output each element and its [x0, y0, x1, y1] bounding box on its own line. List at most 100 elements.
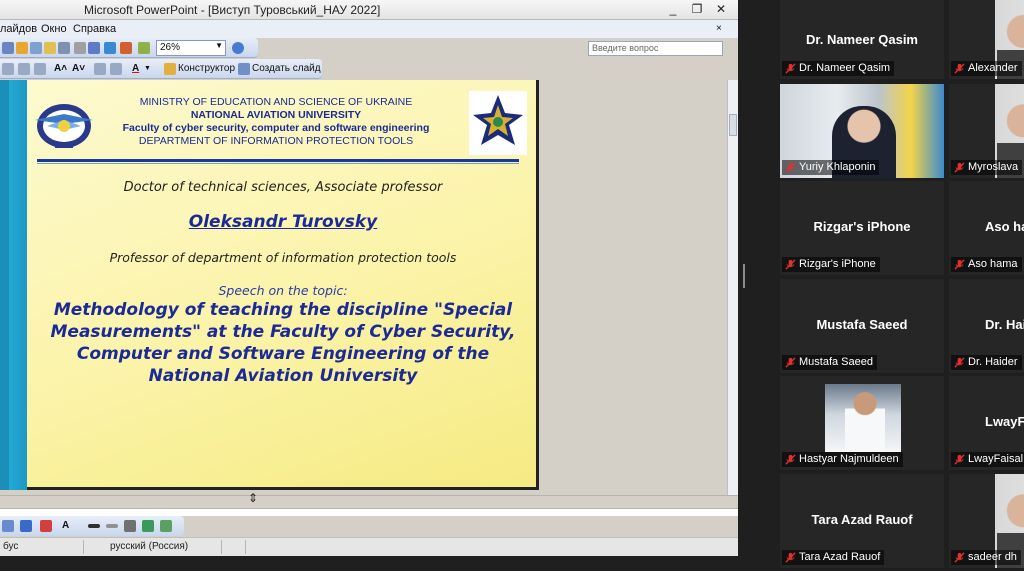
participant-label-text: Dr. Nameer Qasim — [799, 62, 891, 74]
participant-label-text: Alexander — [968, 62, 1018, 74]
faculty-heading: Faculty of cyber security, computer and … — [122, 122, 430, 134]
color-icon[interactable] — [138, 42, 150, 54]
participant-tile[interactable]: Mustafa Saeed Mustafa Saeed — [780, 279, 944, 373]
font-color-icon[interactable]: A — [132, 63, 139, 74]
muted-mic-icon — [954, 454, 965, 465]
muted-mic-icon — [785, 454, 796, 465]
table-icon[interactable] — [74, 42, 86, 54]
participant-tile[interactable]: Myroslava — [949, 84, 1024, 178]
vertical-scrollbar[interactable] — [727, 80, 738, 495]
arrow-style-icon[interactable] — [124, 520, 136, 532]
text-color-icon[interactable]: A — [62, 520, 69, 531]
dash-style-icon[interactable] — [106, 524, 118, 528]
video-feed — [825, 384, 901, 452]
increase-font-icon[interactable]: A˄ — [54, 63, 67, 74]
participant-label: Dr. Nameer Qasim — [782, 61, 895, 76]
chevron-down-icon[interactable]: ▼ — [144, 65, 151, 72]
fill-color-icon[interactable] — [2, 520, 14, 532]
save-icon[interactable] — [44, 42, 56, 54]
decrease-font-icon[interactable]: A˅ — [72, 63, 85, 74]
grid-icon[interactable] — [120, 42, 132, 54]
open-icon[interactable] — [30, 42, 42, 54]
participant-tile[interactable]: Yuriy Khlaponin — [780, 84, 944, 178]
insert-icon[interactable] — [104, 42, 116, 54]
numbering-icon[interactable] — [18, 63, 30, 75]
participant-name: Dr. Haid — [985, 316, 1024, 332]
shadow-icon[interactable] — [142, 520, 154, 532]
splitter-handle-icon[interactable]: ⇕ — [248, 491, 258, 505]
faculty-emblem — [469, 91, 527, 155]
line-style-icon[interactable] — [88, 524, 100, 528]
panel-resize-handle[interactable] — [743, 264, 745, 288]
menu-help[interactable]: Справка — [73, 23, 116, 35]
participant-label-text: Aso hama — [968, 258, 1018, 270]
muted-mic-icon — [954, 552, 965, 563]
bullets-icon[interactable] — [34, 63, 46, 75]
slides-pane-thumbnail[interactable] — [9, 80, 27, 490]
print-icon[interactable] — [58, 42, 70, 54]
participant-label-text: Dr. Haider — [968, 356, 1018, 368]
participant-tile[interactable]: Rizgar's iPhone Rizgar's iPhone — [780, 181, 944, 275]
participant-tile[interactable]: LwayFai LwayFaisal Ab — [949, 376, 1024, 470]
shape-icon[interactable] — [40, 520, 52, 532]
notes-pane[interactable] — [0, 508, 738, 516]
new-slide-button[interactable]: Создать слайд — [252, 63, 321, 74]
new-icon[interactable] — [16, 42, 28, 54]
muted-mic-icon — [785, 162, 796, 173]
participant-name: LwayFai — [985, 413, 1024, 429]
participant-label: Tara Azad Rauof — [782, 550, 885, 565]
speech-topic: Methodology of teaching the discipline "… — [50, 300, 516, 386]
scroll-thumb[interactable] — [729, 114, 737, 136]
menu-window[interactable]: Окно — [41, 23, 67, 35]
minimize-button[interactable]: _ — [662, 2, 684, 17]
toolbar-icon[interactable] — [2, 42, 14, 54]
pane-splitter[interactable] — [0, 495, 738, 508]
participant-name: Rizgar's iPhone — [813, 218, 911, 234]
participant-tile[interactable]: sadeer dh — [949, 474, 1024, 568]
participant-tile[interactable]: Hastyar Najmuldeen — [780, 376, 944, 470]
chart-icon[interactable] — [88, 42, 100, 54]
menu-slideshow[interactable]: лайдов — [0, 23, 37, 35]
doc-close-icon[interactable]: × — [716, 23, 722, 34]
participant-person — [845, 390, 885, 452]
indent-icon[interactable] — [110, 63, 122, 75]
muted-mic-icon — [954, 259, 965, 270]
participant-label-text: Myroslava — [968, 161, 1019, 173]
participant-label: Rizgar's iPhone — [782, 257, 880, 272]
line-color-icon[interactable] — [20, 520, 32, 532]
participant-tile[interactable]: Alexander — [949, 0, 1024, 79]
menu-bar: лайдов Окно Справка Введите вопрос × — [0, 20, 738, 56]
participant-label: Mustafa Saeed — [782, 355, 877, 370]
zoom-value: 26% — [160, 42, 181, 53]
chevron-down-icon: ▼ — [215, 41, 223, 50]
participant-gallery: Dr. Nameer Qasim Dr. Nameer Qasim Alexande… — [738, 0, 1024, 571]
participant-label-text: Mustafa Saeed — [799, 356, 873, 368]
participant-tile[interactable]: Dr. Haid Dr. Haider — [949, 279, 1024, 373]
speaker-name: Oleksandr Turovsky — [188, 212, 378, 232]
outdent-icon[interactable] — [94, 63, 106, 75]
align-icon[interactable] — [2, 63, 14, 75]
participant-label: Dr. Haider — [951, 355, 1022, 370]
department-heading: DEPARTMENT OF INFORMATION PROTECTION TOO… — [138, 135, 414, 147]
slides-pane-edge[interactable] — [0, 80, 9, 490]
help-search-input[interactable]: Введите вопрос — [588, 41, 723, 56]
participant-label: LwayFaisal Ab — [951, 452, 1024, 467]
participant-tile[interactable]: Tara Azad Rauof Tara Azad Rauof — [780, 474, 944, 568]
participant-label: Aso hama — [951, 257, 1022, 272]
participant-label: Alexander — [951, 61, 1022, 76]
header-rule — [37, 159, 519, 162]
3d-icon[interactable] — [160, 520, 172, 532]
participant-label-text: Yuriy Khlaponin — [799, 161, 876, 173]
close-button[interactable]: ✕ — [710, 2, 732, 17]
speaker-degree: Doctor of technical sciences, Associate … — [123, 180, 443, 195]
zoom-select[interactable]: 26% ▼ — [156, 40, 226, 56]
designer-button[interactable]: Конструктор — [178, 63, 235, 74]
participant-label-text: Tara Azad Rauof — [799, 551, 881, 563]
participant-tile[interactable]: Aso ha Aso hama — [949, 181, 1024, 275]
restore-button[interactable]: ❐ — [686, 2, 708, 17]
participant-tile[interactable]: Dr. Nameer Qasim Dr. Nameer Qasim — [780, 0, 944, 79]
slide-canvas[interactable]: MINISTRY OF EDUCATION AND SCIENCE OF UKR… — [27, 80, 539, 490]
help-icon[interactable] — [232, 42, 244, 54]
status-slide: бус — [0, 540, 84, 554]
muted-mic-icon — [785, 357, 796, 368]
